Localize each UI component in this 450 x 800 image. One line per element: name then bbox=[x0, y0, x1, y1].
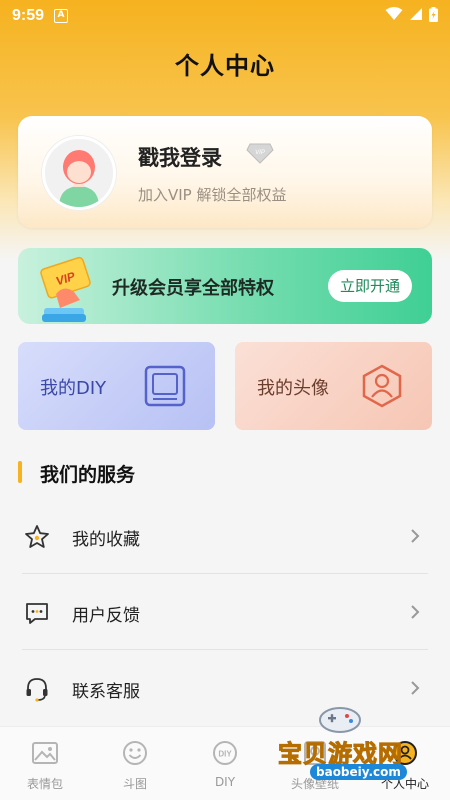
diy-icon: DIY bbox=[211, 739, 239, 771]
svg-text:DIY: DIY bbox=[218, 750, 232, 759]
status-bar: 9:59 A bbox=[0, 0, 450, 32]
chevron-right-icon bbox=[410, 528, 420, 548]
tab-label: 表情包 bbox=[26, 777, 63, 791]
watermark-url: baobeiy.com bbox=[310, 764, 407, 780]
tab-meme-battle[interactable]: 斗图 bbox=[90, 727, 180, 800]
vip-card-hand-icon: VIP bbox=[38, 254, 104, 328]
tab-label: 斗图 bbox=[122, 777, 147, 791]
vip-diamond-icon: VIP bbox=[246, 142, 274, 168]
service-item-feedback[interactable]: 用户反馈 bbox=[0, 574, 450, 650]
favorites-label: 我的收藏 bbox=[72, 530, 140, 550]
login-card[interactable]: 戳我登录 VIP 加入VIP 解锁全部权益 bbox=[18, 116, 432, 228]
watermark-logo: 宝贝游戏网 baobeiy.com bbox=[270, 700, 430, 800]
smile-icon bbox=[121, 739, 149, 771]
user-hexagon-icon bbox=[360, 364, 404, 412]
wifi-icon bbox=[385, 7, 403, 25]
avatar[interactable] bbox=[42, 136, 116, 210]
default-avatar-icon bbox=[45, 139, 113, 207]
frame-icon bbox=[143, 364, 187, 412]
gamepad-icon bbox=[319, 707, 361, 733]
tab-label: DIY bbox=[214, 775, 236, 789]
battery-icon bbox=[429, 6, 438, 26]
my-diy-tile[interactable]: 我的DIY bbox=[18, 342, 215, 430]
vip-activate-button[interactable]: 立即开通 bbox=[328, 270, 412, 302]
vip-banner[interactable]: VIP 升级会员享全部特权 立即开通 bbox=[18, 248, 432, 324]
login-title[interactable]: 戳我登录 bbox=[138, 142, 222, 172]
tab-diy[interactable]: DIY DIY bbox=[180, 727, 270, 800]
my-avatar-tile[interactable]: 我的头像 bbox=[235, 342, 432, 430]
vip-banner-text: 升级会员享全部特权 bbox=[112, 278, 274, 299]
my-avatar-label: 我的头像 bbox=[257, 378, 329, 399]
tab-emoji-pack[interactable]: 表情包 bbox=[0, 727, 90, 800]
service-list: 我的收藏 用户反馈 联系客服 bbox=[0, 498, 450, 726]
signal-icon bbox=[409, 7, 423, 25]
section-accent-bar bbox=[18, 461, 22, 483]
services-title: 我们的服务 bbox=[40, 464, 136, 486]
my-diy-label: 我的DIY bbox=[40, 378, 107, 399]
support-label: 联系客服 bbox=[72, 682, 140, 702]
notification-badge: A bbox=[54, 9, 69, 23]
feedback-label: 用户反馈 bbox=[72, 606, 140, 626]
service-item-favorites[interactable]: 我的收藏 bbox=[0, 498, 450, 574]
chevron-right-icon bbox=[410, 604, 420, 624]
login-subtitle: 加入VIP 解锁全部权益 bbox=[138, 186, 287, 204]
status-time: 9:59 bbox=[12, 7, 45, 24]
page-title: 个人中心 bbox=[175, 52, 275, 80]
image-icon bbox=[31, 739, 59, 771]
svg-text:VIP: VIP bbox=[255, 150, 265, 156]
star-icon bbox=[24, 524, 50, 554]
chevron-right-icon bbox=[410, 680, 420, 700]
chat-icon bbox=[24, 600, 50, 630]
headset-icon bbox=[24, 676, 50, 706]
